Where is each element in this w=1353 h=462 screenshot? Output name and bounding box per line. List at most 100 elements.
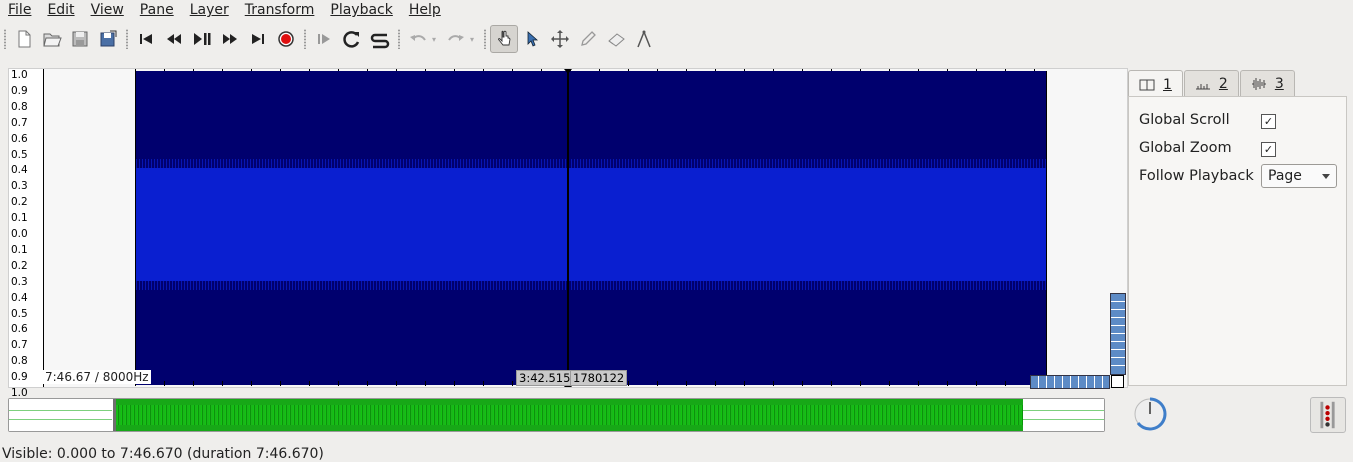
rewind-start-icon[interactable] <box>132 25 160 53</box>
waveform-layer[interactable] <box>135 71 1047 385</box>
redo-dropdown-icon[interactable]: ▾ <box>470 35 480 44</box>
save-as-icon[interactable] <box>94 25 122 53</box>
toolbar-grip <box>0 25 10 53</box>
level-meter-button[interactable] <box>1310 397 1346 433</box>
scale-label: 0.8 <box>11 355 28 368</box>
tab-3-label: 3 <box>1274 75 1284 92</box>
follow-playback-label: Follow Playback <box>1139 168 1254 184</box>
draw-icon[interactable] <box>574 25 602 53</box>
scale-label: 0.9 <box>11 371 28 384</box>
scale-label: 0.3 <box>11 180 28 193</box>
menu-edit-label: Edit <box>47 2 75 18</box>
scale-label: 0.2 <box>11 259 28 272</box>
menu-help-label: Help <box>408 2 441 18</box>
tab-2-label: 2 <box>1218 75 1228 92</box>
toolbar: ▾ ▾ <box>0 22 1353 56</box>
level-meter-icon <box>1320 401 1335 429</box>
scale-label: 0.7 <box>11 116 28 129</box>
playhead-top-marker <box>564 69 572 74</box>
record-icon[interactable] <box>272 25 300 53</box>
scale-label: 0.8 <box>11 100 28 113</box>
redo-icon[interactable] <box>442 25 470 53</box>
tab-2[interactable]: 2 <box>1183 70 1239 96</box>
constrain-playback-icon[interactable] <box>310 25 338 53</box>
cursor-frame-label: 1780122 <box>570 370 628 386</box>
menu-bar: File Edit View Pane Layer Transform Play… <box>0 0 1353 20</box>
toolbar-grip <box>394 25 404 53</box>
move-icon[interactable] <box>546 25 574 53</box>
scale-label: 0.0 <box>11 228 28 240</box>
menu-transform-label: Transform <box>244 2 315 18</box>
open-icon[interactable] <box>38 25 66 53</box>
scale-label: 0.3 <box>11 275 28 288</box>
scale-label: 0.5 <box>11 148 28 161</box>
undo-icon[interactable] <box>404 25 432 53</box>
new-file-icon[interactable] <box>10 25 38 53</box>
menu-file[interactable]: File <box>0 0 39 20</box>
global-scroll-label: Global Scroll <box>1139 112 1230 128</box>
global-zoom-checkbox[interactable]: ✓ <box>1261 142 1276 157</box>
scale-label: 0.1 <box>11 212 28 225</box>
select-icon[interactable] <box>518 25 546 53</box>
duration-samplerate-label: 7:46.67 / 8000Hz <box>43 370 151 384</box>
playhead[interactable] <box>567 69 569 387</box>
property-tabs: 1 2 3 <box>1128 70 1296 98</box>
navigate-icon[interactable] <box>490 25 518 53</box>
menu-transform[interactable]: Transform <box>237 0 323 20</box>
undo-dropdown-icon[interactable]: ▾ <box>432 35 442 44</box>
cursor-time-label: 3:42.515 <box>516 370 574 386</box>
follow-playback-value: Page <box>1268 168 1302 184</box>
global-scroll-checkbox[interactable]: ✓ <box>1261 114 1276 129</box>
scale-label: 0.1 <box>11 243 28 256</box>
measure-icon[interactable] <box>630 25 658 53</box>
gain-knob[interactable] <box>1132 396 1168 432</box>
menu-layer[interactable]: Layer <box>182 0 237 20</box>
menu-view[interactable]: View <box>83 0 132 20</box>
tab-3[interactable]: 3 <box>1239 70 1295 96</box>
scale-label: 0.6 <box>11 323 28 336</box>
vertical-zoom-slider[interactable] <box>1110 293 1126 375</box>
property-panel: Global Scroll ✓ Global Zoom ✓ Follow Pla… <box>1128 96 1347 386</box>
chevron-down-icon <box>1322 174 1330 179</box>
overview-empty-left <box>9 399 112 431</box>
waveform-icon <box>1251 77 1266 90</box>
global-zoom-label: Global Zoom <box>1139 140 1232 156</box>
fast-forward-icon[interactable] <box>216 25 244 53</box>
overview-empty-right <box>1023 399 1104 431</box>
tab-1[interactable]: 1 <box>1128 70 1183 98</box>
menu-playback[interactable]: Playback <box>322 0 400 20</box>
waveform-core <box>136 168 1046 281</box>
menu-edit[interactable]: Edit <box>39 0 82 20</box>
status-bar: Visible: 0.000 to 7:46.670 (duration 7:4… <box>2 446 324 462</box>
overview-position-marker[interactable] <box>113 399 116 431</box>
menu-pane[interactable]: Pane <box>132 0 182 20</box>
follow-playback-select[interactable]: Page <box>1261 164 1337 188</box>
overview-pane[interactable] <box>8 398 1105 432</box>
amplitude-scale: 1.0 0.9 0.8 0.7 0.6 0.5 0.4 0.3 0.2 0.1 0.0 0.1 0.2 0… <box>9 69 44 399</box>
horizontal-zoom-slider[interactable] <box>1030 375 1110 389</box>
menu-help[interactable]: Help <box>401 0 449 20</box>
erase-icon[interactable] <box>602 25 630 53</box>
scale-label: 1.0 <box>11 69 28 81</box>
overview-waveform <box>113 399 1023 431</box>
menu-layer-label: Layer <box>189 2 229 18</box>
rewind-icon[interactable] <box>160 25 188 53</box>
menu-view-label: View <box>90 2 124 18</box>
scale-label: 0.4 <box>11 164 28 177</box>
loop-icon[interactable] <box>338 25 366 53</box>
solo-icon[interactable] <box>366 25 394 53</box>
zoom-reset-button[interactable] <box>1111 375 1124 388</box>
scale-label: 0.7 <box>11 339 28 352</box>
save-icon[interactable] <box>66 25 94 53</box>
pane-icon <box>1139 79 1155 90</box>
waveform-pane[interactable]: 1.0 0.9 0.8 0.7 0.6 0.5 0.4 0.3 0.2 0.1 0.0 0.1 0.2 0… <box>8 68 1128 399</box>
tab-1-label: 1 <box>1163 76 1172 93</box>
toolbar-grip <box>122 25 132 53</box>
toolbar-grip <box>300 25 310 53</box>
scale-label: 0.4 <box>11 291 28 304</box>
scale-label: 0.6 <box>11 132 28 145</box>
menu-file-label: File <box>8 2 32 18</box>
play-pause-icon[interactable] <box>188 25 216 53</box>
menu-pane-label: Pane <box>139 2 174 18</box>
forward-end-icon[interactable] <box>244 25 272 53</box>
